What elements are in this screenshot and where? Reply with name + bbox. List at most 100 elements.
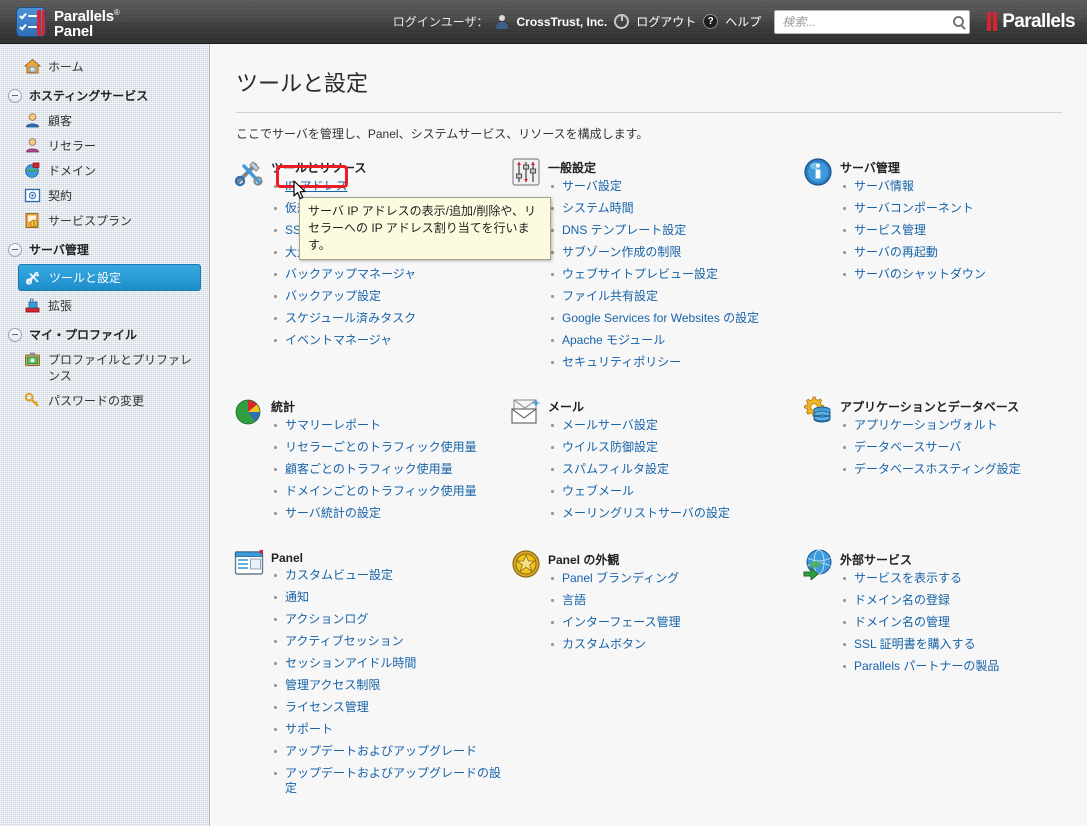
list-item: データベースホスティング設定	[840, 462, 1062, 477]
sidebar-group-server-management[interactable]: サーバ管理	[0, 233, 209, 262]
brand-text: Parallels	[1002, 10, 1075, 32]
link-server-settings[interactable]: サーバ設定	[562, 179, 622, 193]
group-statistics: 統計 サマリーレポート リセラーごとのトラフィック使用量 顧客ごとのトラフィック…	[233, 383, 510, 534]
link-antivirus-settings[interactable]: ウイルス防御設定	[562, 440, 658, 454]
subscription-icon	[24, 187, 41, 204]
link-interface-management[interactable]: インターフェース管理	[562, 615, 681, 629]
link-server-statistics-settings[interactable]: サーバ統計の設定	[285, 506, 381, 520]
parallels-panel-logo[interactable]: Parallels® Panel	[16, 5, 120, 39]
sidebar-item-customers[interactable]: 顧客	[0, 108, 209, 133]
link-webmail[interactable]: ウェブメール	[562, 484, 634, 498]
list-item: バックアップ設定	[271, 289, 510, 304]
logout-link[interactable]: ログアウト	[636, 13, 696, 30]
sidebar-item-tools-settings[interactable]: ツールと設定	[18, 264, 201, 291]
link-spam-filter-settings[interactable]: スパムフィルタ設定	[562, 462, 669, 476]
panel-logo-icon	[16, 6, 46, 37]
link-mailing-list-server-settings[interactable]: メーリングリストサーバの設定	[562, 506, 730, 520]
list-item: ファイル共有設定	[548, 289, 802, 304]
sidebar-group-hosting[interactable]: ホスティングサービス	[0, 79, 209, 108]
link-active-sessions[interactable]: アクティブセッション	[285, 634, 404, 648]
sidebar-item-label: サービスプラン	[48, 214, 133, 228]
link-system-time[interactable]: システム時間	[562, 201, 634, 215]
link-traffic-by-domain[interactable]: ドメインごとのトラフィック使用量	[285, 484, 477, 498]
group-link-list: アプリケーションヴォルト データベースサーバ データベースホスティング設定	[840, 418, 1062, 477]
top-bar-right: ログインユーザ： CrossTrust, Inc. ログアウト ? ヘルプ Pa…	[392, 9, 1076, 34]
link-traffic-by-reseller[interactable]: リセラーごとのトラフィック使用量	[285, 440, 477, 454]
sidebar-item-service-plans[interactable]: $ サービスプラン	[0, 208, 209, 233]
link-event-manager[interactable]: イベントマネージャ	[285, 333, 392, 347]
link-service-management[interactable]: サービス管理	[854, 223, 926, 237]
login-user-label: ログインユーザ：	[392, 15, 489, 29]
link-custom-buttons[interactable]: カスタムボタン	[562, 637, 646, 651]
link-traffic-by-customer[interactable]: 顧客ごとのトラフィック使用量	[285, 462, 453, 476]
link-panel-branding[interactable]: Panel ブランディング	[562, 571, 679, 585]
link-server-information[interactable]: サーバ情報	[854, 179, 914, 193]
logo-line-2: Panel	[54, 22, 94, 40]
link-languages[interactable]: 言語	[562, 593, 586, 607]
link-dns-template-settings[interactable]: DNS テンプレート設定	[562, 223, 686, 237]
link-restart-server[interactable]: サーバの再起動	[854, 245, 938, 259]
tooltip-ip-addresses: サーバ IP アドレスの表示/追加/削除や、リセラーへの IP アドレス割り当て…	[299, 197, 551, 260]
link-file-sharing-settings[interactable]: ファイル共有設定	[562, 289, 658, 303]
sidebar-item-extensions[interactable]: 拡張	[0, 293, 209, 318]
link-summary-report[interactable]: サマリーレポート	[285, 418, 381, 432]
list-item: アプリケーションヴォルト	[840, 418, 1062, 433]
link-restrict-administrative-access[interactable]: 管理アクセス制限	[285, 678, 380, 692]
link-database-hosting-settings[interactable]: データベースホスティング設定	[854, 462, 1021, 476]
list-item: サーバの再起動	[840, 245, 1062, 260]
link-subzone-creation-limit[interactable]: サブゾーン作成の制限	[562, 245, 681, 259]
sidebar-item-label: ホーム	[48, 60, 84, 74]
group-title: Panel	[271, 551, 304, 565]
group-title: 一般設定	[548, 161, 597, 175]
collapse-toggle-icon[interactable]	[8, 242, 22, 257]
group-general-settings: 一般設定 サーバ設定 システム時間 DNS テンプレート設定 サブゾーン作成の制…	[510, 156, 802, 383]
link-manage-domain-name[interactable]: ドメイン名の管理	[854, 615, 950, 629]
link-view-services[interactable]: サービスを表示する	[854, 571, 962, 585]
link-application-vault[interactable]: アプリケーションヴォルト	[854, 418, 998, 432]
link-notifications[interactable]: 通知	[285, 590, 309, 604]
sidebar-item-change-password[interactable]: パスワードの変更	[0, 388, 209, 413]
search-icon[interactable]	[953, 16, 965, 27]
list-item: セキュリティポリシー	[548, 355, 802, 370]
help-icon[interactable]: ?	[703, 14, 719, 29]
link-buy-ssl-certificate[interactable]: SSL 証明書を購入する	[854, 637, 976, 651]
link-website-preview-settings[interactable]: ウェブサイトプレビュー設定	[562, 267, 718, 281]
sidebar-item-subscriptions[interactable]: 契約	[0, 183, 209, 208]
link-parallels-partner-products[interactable]: Parallels パートナーの製品	[854, 659, 999, 673]
power-icon[interactable]	[614, 14, 630, 29]
link-security-policy[interactable]: セキュリティポリシー	[562, 355, 681, 369]
link-mail-server-settings[interactable]: メールサーバ設定	[562, 418, 658, 432]
sidebar-item-profile-preferences[interactable]: プロファイルとプリファレンス	[0, 347, 209, 388]
link-action-log[interactable]: アクションログ	[285, 612, 368, 626]
sidebar-item-home[interactable]: ホーム	[0, 54, 209, 79]
sidebar-item-resellers[interactable]: リセラー	[0, 133, 209, 158]
link-backup-manager[interactable]: バックアップマネージャ	[285, 267, 416, 281]
link-database-servers[interactable]: データベースサーバ	[854, 440, 961, 454]
list-item: サービス管理	[840, 223, 1062, 238]
link-register-domain-name[interactable]: ドメイン名の登録	[854, 593, 950, 607]
link-backup-settings[interactable]: バックアップ設定	[285, 289, 381, 303]
collapse-toggle-icon[interactable]	[8, 88, 22, 103]
link-server-components[interactable]: サーバコンポーネント	[854, 201, 974, 215]
help-link[interactable]: ヘルプ	[725, 13, 761, 30]
link-session-idle-time[interactable]: セッションアイドル時間	[285, 656, 416, 670]
link-apache-modules[interactable]: Apache モジュール	[562, 333, 665, 347]
link-support[interactable]: サポート	[285, 722, 333, 736]
link-license-management[interactable]: ライセンス管理	[285, 700, 369, 714]
list-item: インターフェース管理	[548, 615, 802, 630]
link-updates-and-upgrades[interactable]: アップデートおよびアップグレード	[285, 744, 477, 758]
link-google-services-settings[interactable]: Google Services for Websites の設定	[562, 311, 759, 325]
search-box[interactable]	[774, 9, 971, 34]
sidebar-group-my-profile[interactable]: マイ・プロファイル	[0, 318, 209, 347]
list-item: Apache モジュール	[548, 333, 802, 348]
link-scheduled-tasks[interactable]: スケジュール済みタスク	[285, 311, 416, 325]
sidebar-item-domains[interactable]: ドメイン	[0, 158, 209, 183]
collapse-toggle-icon[interactable]	[8, 327, 22, 342]
link-updates-and-upgrades-settings[interactable]: アップデートおよびアップグレードの設定	[285, 766, 501, 795]
link-ip-addresses[interactable]: IP アドレス	[285, 179, 347, 193]
sidebar-group-title: ホスティングサービス	[29, 89, 149, 103]
list-item: カスタムビュー設定	[271, 568, 510, 583]
link-custom-view-settings[interactable]: カスタムビュー設定	[285, 568, 393, 582]
search-input[interactable]	[780, 13, 951, 30]
link-shutdown-server[interactable]: サーバのシャットダウン	[854, 267, 986, 281]
